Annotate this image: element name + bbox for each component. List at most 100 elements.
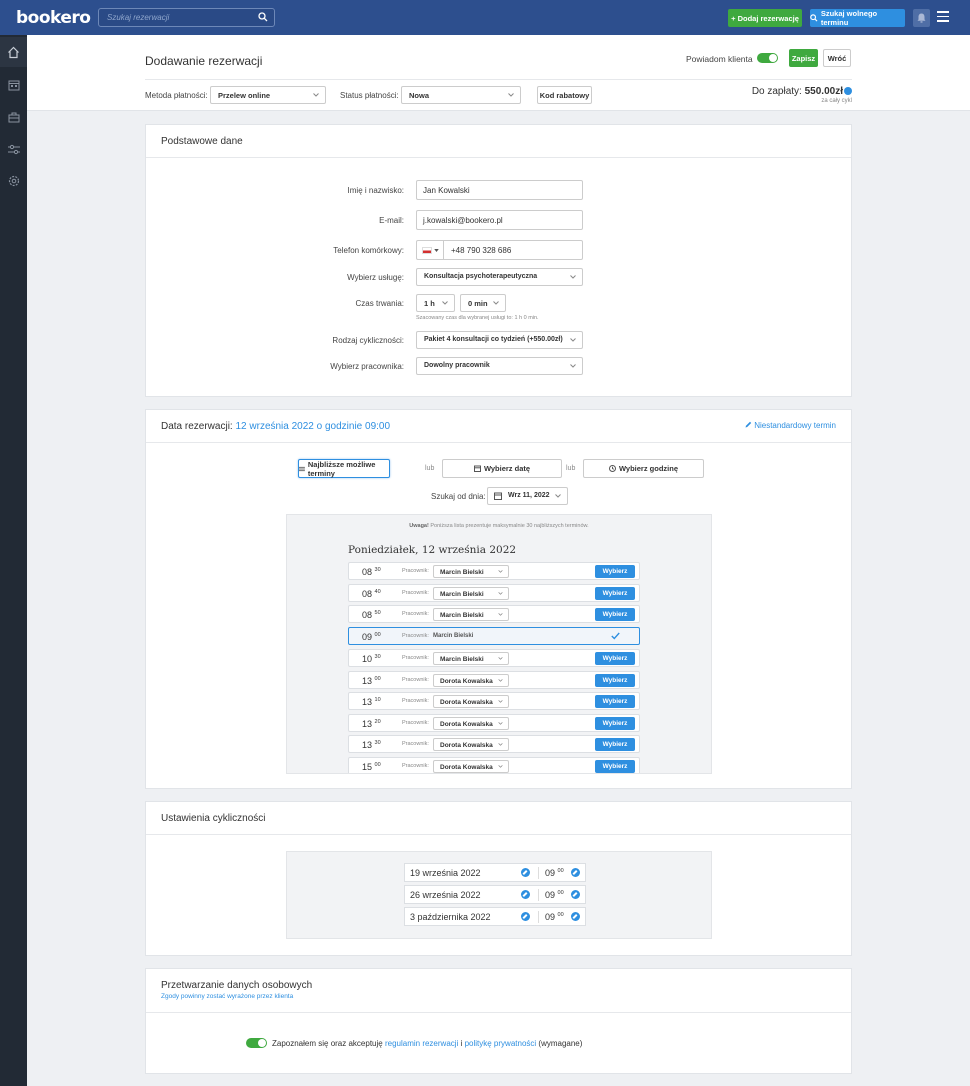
slot-worker-select[interactable]: Dorota Kowalska [433,759,509,773]
booking-date-prefix: Data rezerwacji: [161,421,233,432]
slot-worker-select[interactable]: Dorota Kowalska [433,716,509,730]
pick-hour-button[interactable]: Wybierz godzinę [583,459,704,478]
choose-slot-button[interactable]: Wybierz [595,608,635,622]
edit-time-icon[interactable] [571,890,580,901]
hamburger-menu-icon[interactable] [937,11,949,23]
sidebar-item-settings-sliders[interactable] [0,134,27,164]
slot-time: 08 50 [362,610,381,621]
payment-method-select[interactable]: Przelew online [210,86,326,104]
slot-worker-label: Pracownik: [402,676,429,683]
chevron-down-icon [555,494,561,498]
duration-hours-select[interactable]: 1 h [416,294,455,312]
choose-slot-button[interactable]: Wybierz [595,695,635,709]
time-slot[interactable]: 13 30 Pracownik: Dorota Kowalska Wybierz [348,735,640,754]
info-icon[interactable] [844,87,852,95]
slot-worker-label: Pracownik: [402,741,429,748]
clock-icon [608,465,616,472]
chevron-down-icon [498,700,503,703]
choose-slot-button[interactable]: Wybierz [595,738,635,752]
custom-term-link[interactable]: Niestandardowy termin [745,421,836,430]
sidebar-item-services[interactable] [0,102,27,132]
cycle-type-select[interactable]: Pakiet 4 konsultacji co tydzień (+550.00… [416,331,583,349]
cycle-time: 09 00 [545,868,564,878]
search-from-label: Szukaj od dnia: [431,492,486,501]
pencil-icon [745,421,752,428]
time-slot[interactable]: 13 00 Pracownik: Dorota Kowalska Wybierz [348,670,640,689]
consent-toggle[interactable] [246,1038,267,1048]
chevron-down-icon [570,364,576,368]
slot-worker-select[interactable]: Dorota Kowalska [433,695,509,709]
sidebar-item-home[interactable] [0,37,27,67]
notify-client-toggle[interactable] [757,53,778,63]
choose-slot-button[interactable]: Wybierz [595,586,635,600]
calendar-icon [8,80,19,91]
choose-slot-button[interactable]: Wybierz [595,565,635,578]
country-select[interactable] [417,241,444,259]
slot-worker-select[interactable]: Dorota Kowalska [433,673,509,687]
time-slot[interactable]: 08 40 Pracownik: Marcin Bielski Wybierz [348,583,640,602]
service-select[interactable]: Konsultacja psychoterapeutyczna [416,268,583,286]
edit-date-icon[interactable] [521,890,530,901]
slot-time: 15 00 [362,761,381,772]
cycle-date: 19 września 2022 [410,868,481,878]
divider [538,889,539,901]
choose-slot-button[interactable]: Wybierz [595,673,635,687]
or-text: lub [566,465,576,472]
consent-and: i [460,1039,463,1048]
edit-time-icon[interactable] [571,912,580,923]
time-slot[interactable]: 13 10 Pracownik: Dorota Kowalska Wybierz [348,692,640,711]
time-slot-selected[interactable]: 09 00 Pracownik: Marcin Bielski [348,627,640,646]
slots-note-bold: Uwaga! [409,523,429,529]
phone-field[interactable]: +48 790 328 686 [416,240,583,260]
cycle-settings-card: Ustawienia cykliczności 19 września 2022… [145,801,852,956]
time-slot[interactable]: 13 20 Pracownik: Dorota Kowalska Wybierz [348,713,640,732]
nearest-terms-button[interactable]: Najbliższe możliwe terminy [298,459,390,478]
search-icon[interactable] [258,12,268,22]
cycle-row: 19 września 2022 09 00 [404,863,586,882]
time-slot[interactable]: 10 30 Pracownik: Marcin Bielski Wybierz [348,648,640,667]
choose-slot-button[interactable]: Wybierz [595,716,635,730]
slot-worker-label: Pracownik: [402,719,429,726]
time-slot[interactable]: 15 00 Pracownik: Dorota Kowalska Wybierz [348,756,640,773]
slot-worker-select[interactable]: Dorota Kowalska [433,738,509,752]
worker-value: Dowolny pracownik [424,362,490,369]
sidebar-item-settings[interactable] [0,166,27,196]
time-slot[interactable]: 08 30 Pracownik: Marcin Bielski Wybierz [348,562,640,580]
terms-link[interactable]: regulamin rezerwacji [385,1039,458,1048]
email-field[interactable]: j.kowalski@bookero.pl [416,210,583,230]
duration-minutes-select[interactable]: 0 min [460,294,506,312]
time-slot[interactable]: 08 50 Pracownik: Marcin Bielski Wybierz [348,605,640,624]
divider [538,911,539,923]
slot-worker-select[interactable]: Marcin Bielski [433,651,509,665]
discount-code-button[interactable]: Kod rabatowy [537,86,592,104]
logo[interactable]: bookero [16,8,91,28]
search-from-select[interactable]: Wrz 11, 2022 [487,487,568,505]
duration-hint: Szacowany czas dla wybranej usługi to: 1… [416,315,539,321]
slot-worker-select[interactable]: Marcin Bielski [433,586,509,600]
choose-slot-button[interactable]: Wybierz [595,759,635,773]
search-from-value: Wrz 11, 2022 [508,492,550,499]
slot-worker-select[interactable]: Marcin Bielski [433,565,509,578]
choose-slot-button[interactable]: Wybierz [595,651,635,665]
privacy-policy-link[interactable]: politykę prywatności [465,1039,537,1048]
chevron-down-icon [570,275,576,279]
worker-select[interactable]: Dowolny pracownik [416,357,583,375]
edit-date-icon[interactable] [521,868,530,879]
add-booking-button[interactable]: + Dodaj rezerwację [728,9,802,27]
custom-term-label: Niestandardowy termin [754,421,836,430]
slot-time: 13 10 [362,697,381,708]
day-heading: Poniedziałek, 12 września 2022 [348,544,517,556]
payment-status-select[interactable]: Nowa [401,86,521,104]
back-button[interactable]: Wróć [823,49,851,67]
notifications-button[interactable] [913,9,930,27]
slot-time: 13 00 [362,675,381,686]
name-field[interactable]: Jan Kowalski [416,180,583,200]
edit-time-icon[interactable] [571,868,580,879]
edit-date-icon[interactable] [521,912,530,923]
find-slot-button[interactable]: Szukaj wolnego terminu [810,9,905,27]
save-button[interactable]: Zapisz [789,49,818,67]
pick-date-button[interactable]: Wybierz datę [442,459,562,478]
slot-worker-select[interactable]: Marcin Bielski [433,608,509,622]
search-input[interactable]: Szukaj rezerwacji [98,8,275,27]
sidebar-item-calendar[interactable] [0,70,27,100]
